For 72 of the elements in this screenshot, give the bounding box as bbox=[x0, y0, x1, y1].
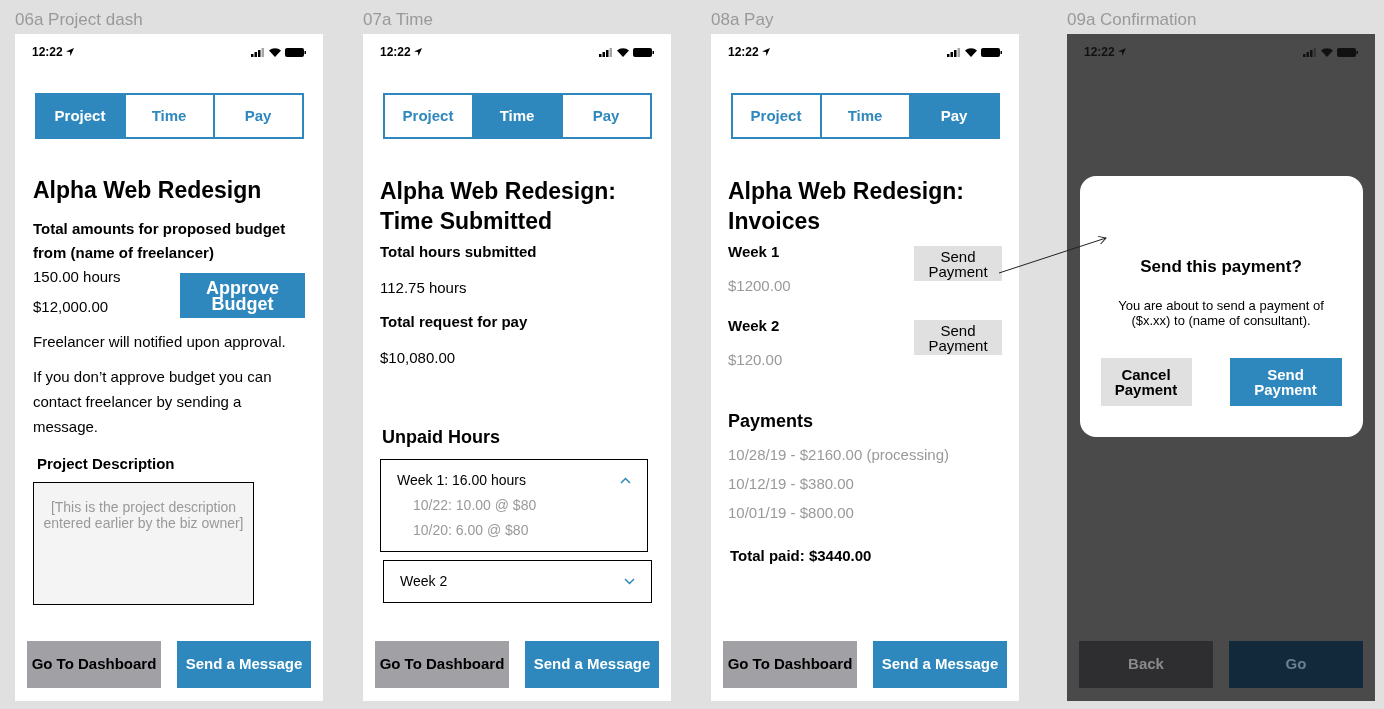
page-title: Alpha Web Redesign bbox=[33, 176, 263, 205]
budget-heading: Total amounts for proposed budget from (name of freelancer) bbox=[33, 219, 287, 263]
hours-value: 150.00 hours bbox=[33, 267, 121, 287]
artboard-label: 07a Time bbox=[363, 9, 434, 31]
artboard-label: 09a Confirmation bbox=[1067, 9, 1198, 31]
location-arrow-icon bbox=[761, 48, 770, 56]
primary-button[interactable]: Send a Message bbox=[525, 641, 659, 688]
week-label: Week 2 bbox=[400, 572, 448, 591]
secondary-button[interactable]: Go To Dashboard bbox=[723, 641, 857, 688]
primary-button[interactable]: Go bbox=[1229, 641, 1363, 688]
wifi-icon bbox=[617, 47, 629, 57]
description-field[interactable]: [This is the project description entered earlier by the biz owner] bbox=[33, 481, 254, 605]
stat-value: $10,080.00 bbox=[380, 348, 457, 368]
secondary-button[interactable]: Go To Dashboard bbox=[27, 641, 161, 688]
battery-icon bbox=[633, 47, 654, 57]
stat-label: Total hours submitted bbox=[380, 242, 538, 262]
approve-budget-button[interactable]: Approve Budget bbox=[180, 273, 305, 318]
description-label: Project Description bbox=[37, 454, 176, 474]
week-accordion[interactable]: Week 2 bbox=[383, 560, 652, 603]
send-payment-button[interactable]: Send Payment bbox=[914, 246, 1002, 281]
artboard-label: 06a Project dash bbox=[15, 9, 144, 31]
secondary-button[interactable]: Cancel Payment bbox=[1100, 357, 1192, 406]
page-title: Alpha Web Redesign: Time Submitted bbox=[380, 177, 617, 236]
location-arrow-icon bbox=[413, 48, 422, 56]
battery-icon bbox=[1337, 47, 1358, 57]
time-entry: 10/22: 10.00 @ $80 bbox=[413, 496, 538, 515]
wifi-icon bbox=[269, 47, 281, 57]
status-time: 12:22 bbox=[728, 44, 759, 61]
payment-entry: 10/01/19 - $800.00 bbox=[728, 503, 855, 523]
stat-value: 112.75 hours bbox=[380, 278, 468, 298]
invoice-amount: $120.00 bbox=[728, 350, 783, 370]
primary-button[interactable]: Send a Message bbox=[177, 641, 311, 688]
battery-icon bbox=[981, 47, 1002, 57]
payment-entry: 10/12/19 - $380.00 bbox=[728, 474, 855, 494]
battery-icon bbox=[285, 47, 306, 57]
secondary-button[interactable]: Back bbox=[1079, 641, 1213, 688]
total-paid: Total paid: $3440.00 bbox=[730, 546, 873, 566]
artboard-label: 08a Pay bbox=[711, 9, 775, 31]
wifi-icon bbox=[965, 47, 977, 57]
status-time: 12:22 bbox=[380, 44, 411, 61]
primary-button[interactable]: Send Payment bbox=[1229, 357, 1342, 406]
section-heading: Payments bbox=[728, 410, 815, 433]
week-accordion[interactable]: Week 1: 16.00 hours 10/22: 10.00 @ $80 10/20: 6.00 @ $80 bbox=[380, 459, 648, 552]
status-time: 12:22 bbox=[32, 44, 63, 61]
page-title: Alpha Web Redesign: Invoices bbox=[728, 177, 965, 236]
tab[interactable]: Time bbox=[471, 95, 561, 137]
info-text: Freelancer will notified upon approval. bbox=[33, 332, 287, 352]
dialog-title: Send this payment? bbox=[1140, 256, 1302, 278]
invoice-week: Week 2 bbox=[728, 316, 781, 336]
tab[interactable]: Project bbox=[36, 95, 124, 137]
signal-icon bbox=[599, 47, 613, 57]
tab[interactable]: Pay bbox=[908, 95, 998, 137]
signal-icon bbox=[947, 47, 961, 57]
payment-entry: 10/28/19 - $2160.00 (processing) bbox=[728, 445, 950, 465]
stat-label: Total request for pay bbox=[380, 312, 529, 332]
time-entry: 10/20: 6.00 @ $80 bbox=[413, 521, 530, 540]
send-payment-button[interactable]: Send Payment bbox=[914, 320, 1002, 355]
status-time: 12:22 bbox=[1084, 44, 1115, 61]
primary-button[interactable]: Send a Message bbox=[873, 641, 1007, 688]
amount-value: $12,000.00 bbox=[33, 297, 110, 317]
secondary-button[interactable]: Go To Dashboard bbox=[375, 641, 509, 688]
invoice-amount: $1200.00 bbox=[728, 276, 791, 296]
signal-icon bbox=[1303, 47, 1317, 57]
location-arrow-icon bbox=[65, 48, 74, 56]
info-text: If you don’t approve budget you can contact freelancer by sending a message. bbox=[33, 367, 273, 437]
location-arrow-icon bbox=[1117, 48, 1126, 56]
invoice-week: Week 1 bbox=[728, 242, 781, 262]
week-label: Week 1: 16.00 hours bbox=[397, 471, 526, 490]
signal-icon bbox=[251, 47, 265, 57]
section-heading: Unpaid Hours bbox=[382, 426, 501, 449]
wifi-icon bbox=[1321, 47, 1333, 57]
dialog-message: You are about to send a payment of ($x.xx) to (name of consultant). bbox=[1117, 297, 1325, 328]
